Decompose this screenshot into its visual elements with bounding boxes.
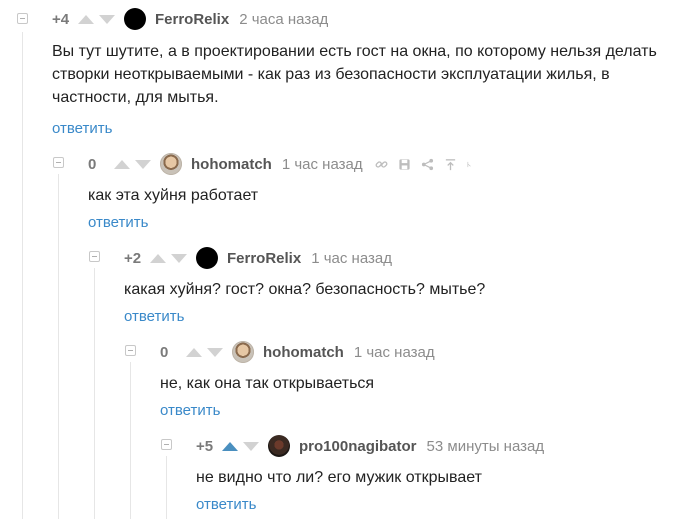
comment-header: 0 hohomatch 1 час назад xyxy=(88,151,473,177)
link-icon[interactable] xyxy=(375,158,388,171)
reply-link[interactable]: ответить xyxy=(52,120,112,137)
vote-down-icon[interactable] xyxy=(171,253,187,263)
rating-value: +4 xyxy=(52,10,70,28)
comment-header: +5 pro100nagibator 53 минуты назад xyxy=(196,433,544,459)
collapse-button[interactable] xyxy=(161,439,172,450)
upload-icon[interactable] xyxy=(444,158,457,171)
rating-value: +5 xyxy=(196,437,214,455)
timestamp[interactable]: 53 минуты назад xyxy=(427,438,545,455)
timestamp[interactable]: 1 час назад xyxy=(311,250,392,267)
avatar[interactable] xyxy=(268,435,290,457)
vote-down-icon[interactable] xyxy=(99,14,115,24)
collapse-button[interactable] xyxy=(17,13,28,24)
vote-down-icon[interactable] xyxy=(135,159,151,169)
vote-up-icon[interactable] xyxy=(186,347,202,357)
comment-thread: +4 FerroRelix 2 часа назад Вы тут шутите… xyxy=(0,0,700,519)
vote-up-icon[interactable] xyxy=(78,14,94,24)
vote-up-icon[interactable] xyxy=(114,159,130,169)
reply-link[interactable]: ответить xyxy=(88,214,148,231)
username[interactable]: FerroRelix xyxy=(227,250,301,267)
vote-down-icon[interactable] xyxy=(243,441,259,451)
comment-text: Вы тут шутите, а в проектировании есть г… xyxy=(52,43,657,106)
collapse-button[interactable] xyxy=(89,251,100,262)
username[interactable]: FerroRelix xyxy=(155,11,229,28)
username[interactable]: pro100nagibator xyxy=(299,438,417,455)
collapse-button[interactable] xyxy=(125,345,136,356)
comment-text: не, как она так открываеться xyxy=(160,375,375,392)
avatar[interactable] xyxy=(160,153,182,175)
reply-link[interactable]: ответить xyxy=(124,308,184,325)
vote-up-icon[interactable] xyxy=(222,441,238,451)
thread-line xyxy=(166,456,167,519)
vote-up-icon[interactable] xyxy=(150,253,166,263)
rating-value: 0 xyxy=(88,155,97,173)
thread-line xyxy=(94,268,95,519)
rating-value: 0 xyxy=(160,343,169,361)
share-icon[interactable] xyxy=(421,158,434,171)
comment-text: как эта хуйня работает xyxy=(88,187,259,204)
collapse-button[interactable] xyxy=(53,157,64,168)
thread-line xyxy=(58,174,59,519)
avatar[interactable] xyxy=(124,8,146,30)
rating-value: +2 xyxy=(124,249,142,267)
comment-header: 0 hohomatch 1 час назад xyxy=(160,339,435,365)
save-icon[interactable] xyxy=(398,158,411,171)
more-icon[interactable] xyxy=(467,158,473,171)
avatar[interactable] xyxy=(232,341,254,363)
timestamp[interactable]: 1 час назад xyxy=(354,344,435,361)
vote-down-icon[interactable] xyxy=(207,347,223,357)
thread-line xyxy=(130,362,131,519)
timestamp[interactable]: 2 часа назад xyxy=(239,11,328,28)
timestamp[interactable]: 1 час назад xyxy=(282,156,363,173)
reply-link[interactable]: ответить xyxy=(160,402,220,419)
username[interactable]: hohomatch xyxy=(263,344,344,361)
avatar[interactable] xyxy=(196,247,218,269)
username[interactable]: hohomatch xyxy=(191,156,272,173)
comment-header: +2 FerroRelix 1 час назад xyxy=(124,245,392,271)
comment-text: не видно что ли? его мужик открывает xyxy=(196,469,482,486)
comment-actions xyxy=(375,158,473,171)
reply-link[interactable]: ответить xyxy=(196,496,256,513)
comment-header: +4 FerroRelix 2 часа назад xyxy=(52,6,328,32)
thread-line xyxy=(22,32,23,519)
comment-text: какая хуйня? гост? окна? безопасность? м… xyxy=(124,281,486,298)
